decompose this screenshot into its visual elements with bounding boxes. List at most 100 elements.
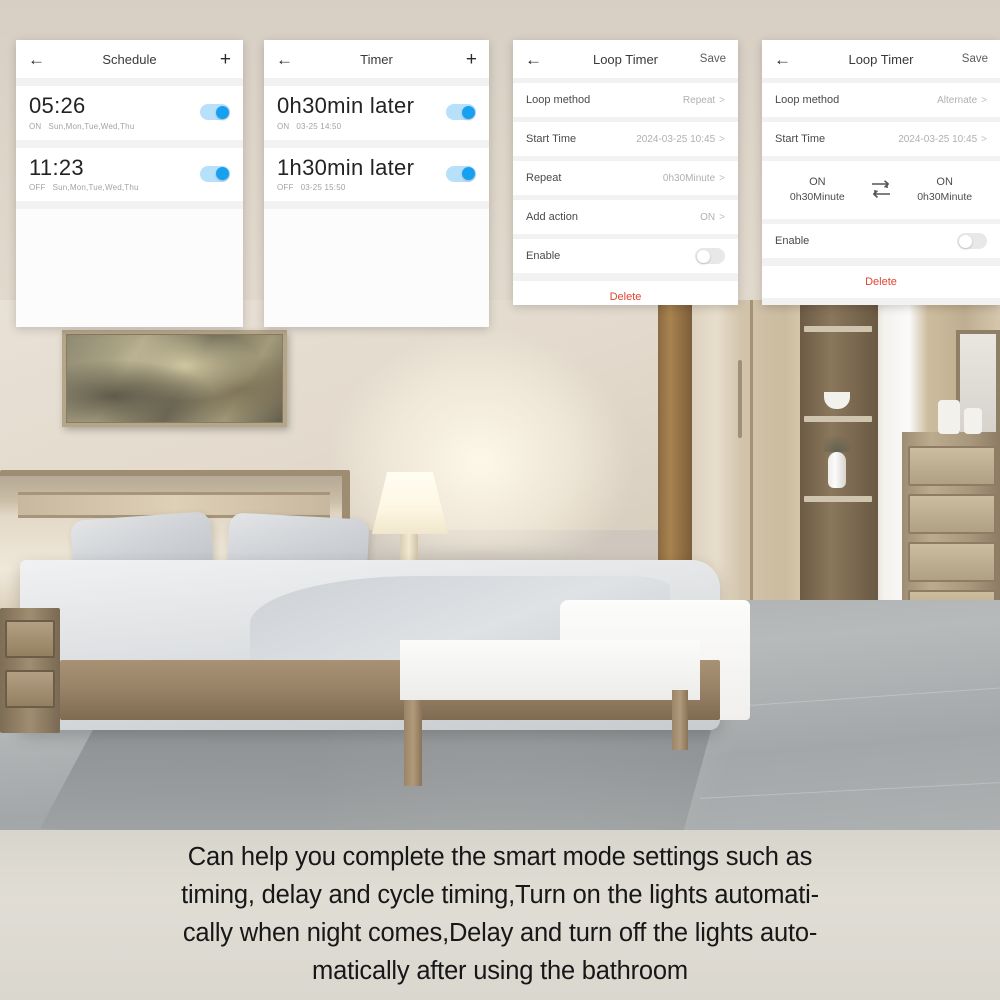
framed-painting	[62, 330, 287, 427]
chevron-right-icon: >	[719, 94, 725, 106]
loop-timer-navbar: ← Loop Timer Save	[762, 40, 1000, 78]
timer-meta: OFF 03-25 15:50	[277, 183, 414, 192]
loop-method-label: Loop method	[526, 94, 591, 106]
delete-button[interactable]: Delete	[762, 266, 1000, 298]
start-time-label: Start Time	[526, 133, 577, 145]
add-action-value-group: ON >	[700, 212, 725, 223]
divider	[16, 139, 243, 148]
alternate-left-segment[interactable]: ON 0h30Minute	[777, 174, 857, 206]
dresser-drawer	[908, 494, 996, 534]
enable-row[interactable]: Enable	[762, 224, 1000, 258]
alternate-right-duration: 0h30Minute	[917, 191, 973, 204]
loop-arrows-icon	[871, 180, 890, 198]
nightstand-drawer	[5, 670, 55, 708]
start-time-value-group: 2024-03-25 10:45 >	[898, 134, 987, 145]
repeat-row[interactable]: Repeat 0h30Minute >	[513, 161, 738, 195]
loop-timer-repeat-panel: ← Loop Timer Save Loop method Repeat > S…	[513, 40, 738, 305]
corner-shelf-unit	[800, 300, 878, 605]
empty-list-area	[264, 209, 489, 320]
save-button[interactable]: Save	[700, 53, 726, 65]
start-time-value: 2024-03-25 10:45	[636, 133, 716, 145]
alternate-right-state: ON	[936, 175, 953, 188]
timer-info: 0h30min later ON 03-25 14:50	[277, 93, 414, 131]
timer-navbar: ← Timer +	[264, 40, 489, 78]
start-time-label: Start Time	[775, 133, 826, 145]
timer-panel: ← Timer + 0h30min later ON 03-25 14:50 1h…	[264, 40, 489, 327]
plant-stems	[824, 426, 850, 452]
divider	[16, 78, 243, 86]
arrow-left-icon[interactable]: ←	[28, 51, 50, 68]
wardrobe-handle	[738, 360, 742, 438]
table-row[interactable]: 0h30min later ON 03-25 14:50	[264, 86, 489, 140]
save-button[interactable]: Save	[962, 53, 988, 65]
toggle-knob	[461, 105, 475, 119]
timer-meta: ON 03-25 14:50	[277, 122, 414, 131]
decor-object	[938, 400, 960, 434]
schedule-info: 11:23 OFF Sun,Mon,Tue,Wed,Thu	[29, 155, 139, 192]
add-timer-button[interactable]: +	[466, 50, 477, 69]
loop-method-row[interactable]: Loop method Alternate >	[762, 83, 1000, 117]
schedule-info: 05:26 ON Sun,Mon,Tue,Wed,Thu	[29, 93, 135, 131]
toggle-knob	[461, 167, 475, 181]
add-schedule-button[interactable]: +	[220, 50, 231, 69]
wood-column	[658, 300, 692, 600]
toggle-knob	[215, 167, 229, 181]
start-time-row[interactable]: Start Time 2024-03-25 10:45 >	[762, 122, 1000, 156]
enable-toggle[interactable]	[695, 248, 725, 264]
caption-line-1: Can help you complete the smart mode set…	[187, 843, 813, 871]
chevron-right-icon: >	[719, 211, 725, 223]
timer-toggle[interactable]	[446, 104, 476, 121]
schedule-state: ON	[29, 121, 42, 131]
schedule-days: Sun,Mon,Tue,Wed,Thu	[52, 183, 139, 193]
schedule-panel: ← Schedule + 05:26 ON Sun,Mon,Tue,Wed,Thu…	[16, 40, 243, 327]
arrow-left-icon[interactable]: ←	[525, 51, 547, 68]
schedule-time: 05:26	[29, 93, 86, 118]
caption-line-4: matically after using the bathroom	[312, 957, 688, 985]
loop-method-row[interactable]: Loop method Repeat >	[513, 83, 738, 117]
schedule-toggle[interactable]	[200, 104, 230, 121]
enable-label: Enable	[775, 235, 810, 247]
table-row[interactable]: 05:26 ON Sun,Mon,Tue,Wed,Thu	[16, 86, 243, 140]
chevron-right-icon: >	[719, 133, 725, 145]
alternate-cycle-row[interactable]: ON 0h30Minute ON 0h30Minute	[762, 161, 1000, 219]
repeat-label: Repeat	[526, 172, 562, 184]
table-row[interactable]: 1h30min later OFF 03-25 15:50	[264, 147, 489, 202]
alternate-right-segment[interactable]: ON 0h30Minute	[905, 174, 985, 206]
caption-line-3: cally when night comes,Delay and turn of…	[182, 919, 818, 947]
timer-toggle[interactable]	[446, 165, 476, 182]
schedule-meta: OFF Sun,Mon,Tue,Wed,Thu	[29, 183, 139, 192]
repeat-value-group: 0h30Minute >	[663, 173, 725, 184]
chevron-right-icon: >	[981, 94, 987, 106]
loop-method-value-group: Alternate >	[937, 95, 987, 106]
bed-leg	[672, 690, 688, 750]
nightstand	[0, 608, 60, 733]
painting-mat	[62, 330, 287, 427]
enable-row[interactable]: Enable	[513, 239, 738, 273]
add-action-row[interactable]: Add action ON >	[513, 200, 738, 234]
delete-button[interactable]: Delete	[513, 281, 738, 305]
schedule-days: Sun,Mon,Tue,Wed,Thu	[48, 121, 135, 131]
toggle-knob	[696, 249, 710, 263]
timer-state: ON	[277, 121, 290, 131]
decor-object	[964, 408, 982, 434]
schedule-navbar: ← Schedule +	[16, 40, 243, 78]
loop-method-value-group: Repeat >	[683, 95, 725, 106]
loop-method-value: Repeat	[682, 94, 716, 106]
nightstand-drawer	[5, 620, 55, 658]
enable-toggle[interactable]	[957, 233, 987, 249]
add-action-label: Add action	[526, 211, 578, 223]
repeat-value: 0h30Minute	[662, 172, 716, 184]
arrow-left-icon[interactable]: ←	[774, 51, 796, 68]
start-time-row[interactable]: Start Time 2024-03-25 10:45 >	[513, 122, 738, 156]
timer-duration: 1h30min later	[277, 154, 415, 180]
vase	[828, 452, 846, 488]
timer-datetime: 03-25 14:50	[296, 121, 342, 131]
table-row[interactable]: 11:23 OFF Sun,Mon,Tue,Wed,Thu	[16, 147, 243, 202]
loop-method-value: Alternate	[937, 94, 978, 106]
start-time-value-group: 2024-03-25 10:45 >	[636, 134, 725, 145]
arrow-left-icon[interactable]: ←	[276, 51, 298, 68]
empty-list-area	[16, 209, 243, 320]
toggle-knob	[215, 105, 229, 119]
schedule-toggle[interactable]	[200, 165, 230, 182]
wardrobe-seam	[750, 300, 753, 605]
